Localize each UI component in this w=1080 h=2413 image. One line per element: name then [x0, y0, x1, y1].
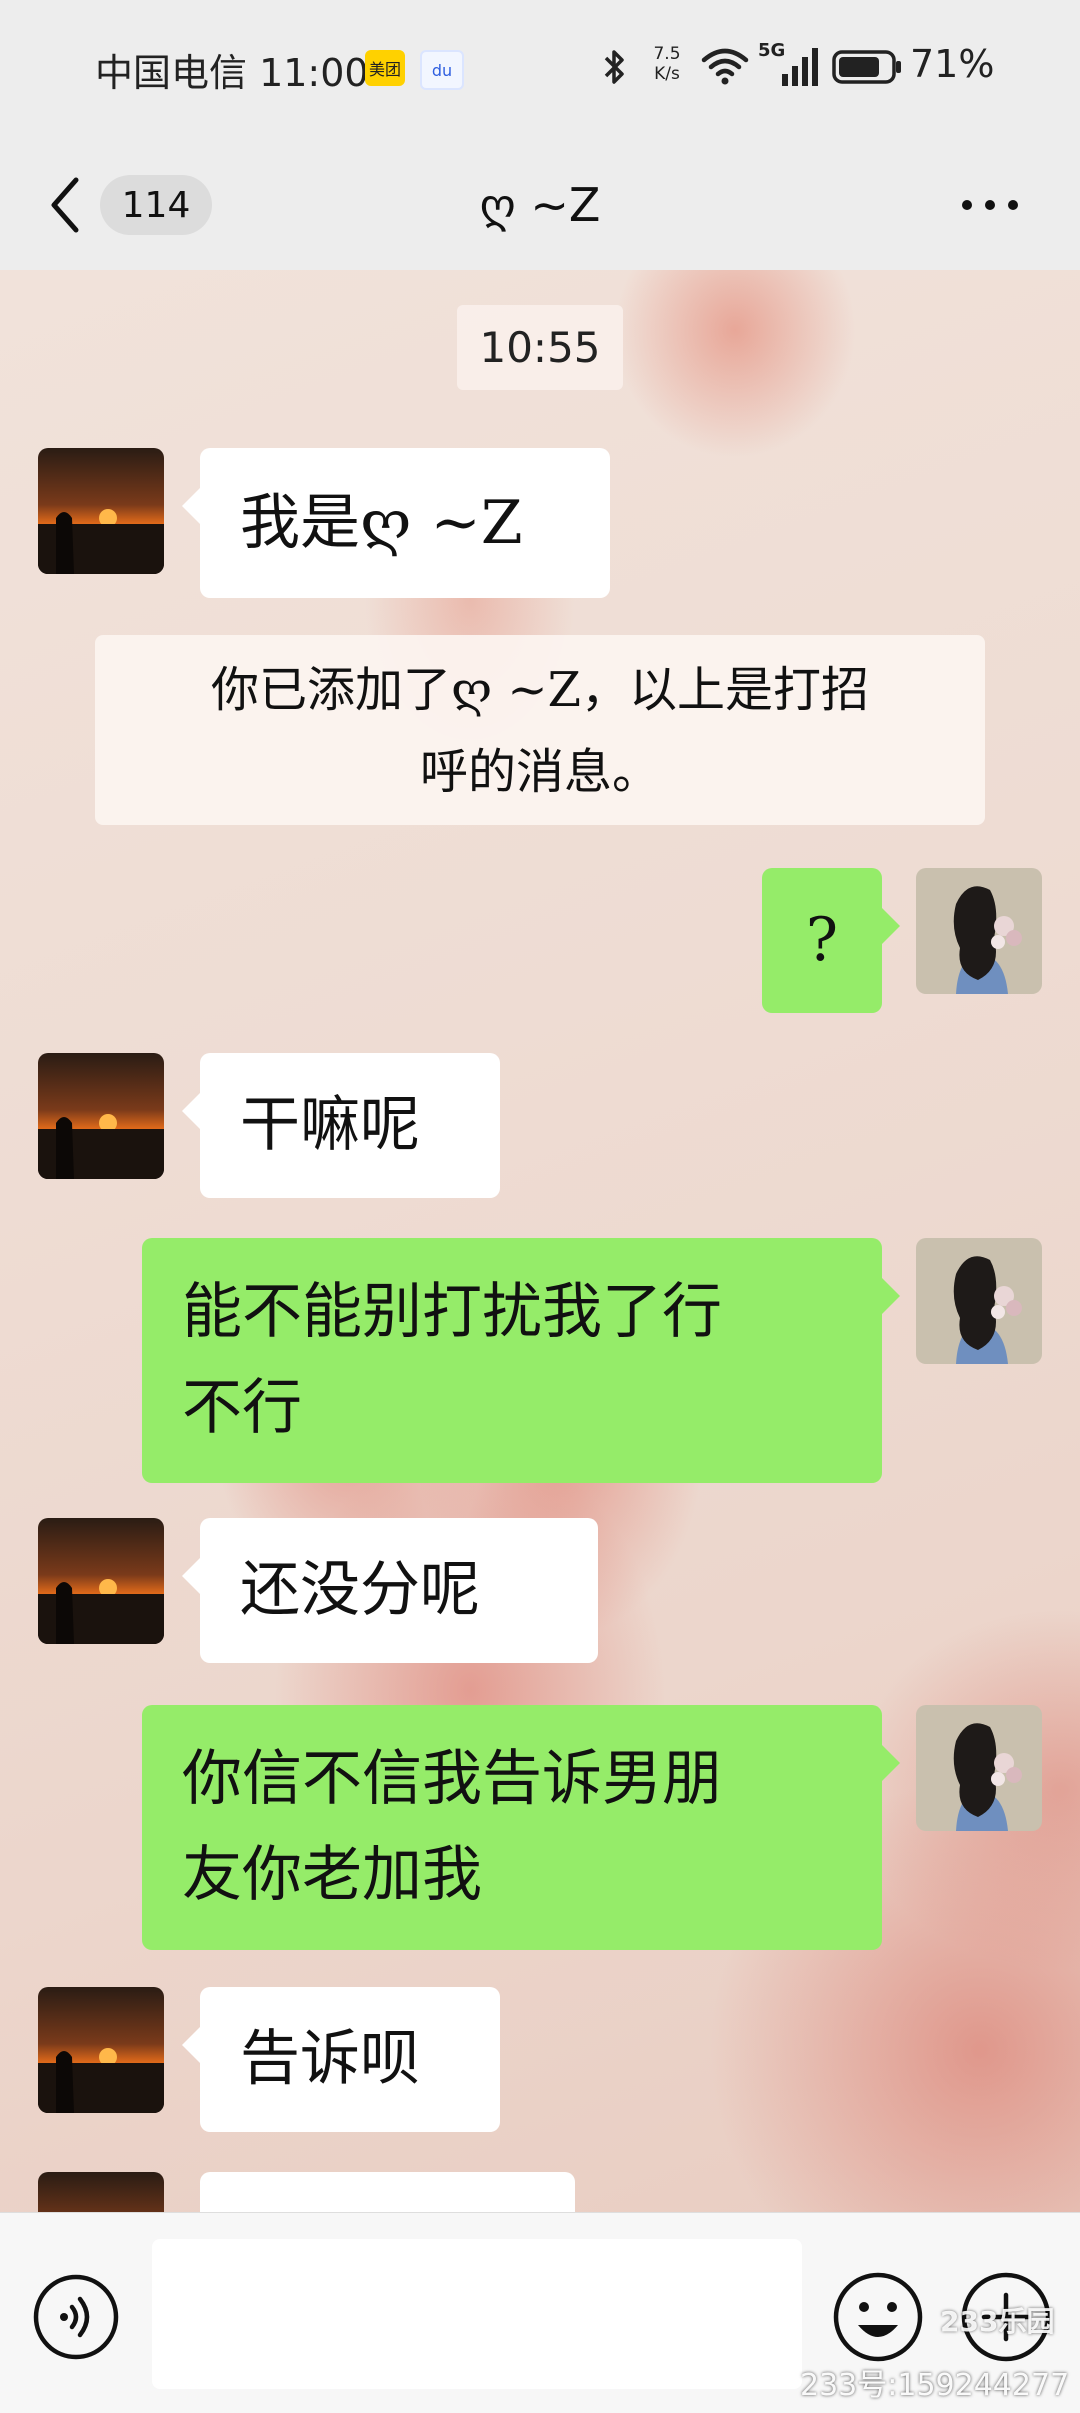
watermark-logo: 233乐园: [940, 2305, 1055, 2338]
bubble-tail: [182, 2027, 200, 2063]
contact-avatar[interactable]: [38, 1053, 164, 1179]
watermark-text: 233号:159244277: [800, 2368, 1070, 2403]
unread-count-badge[interactable]: 114: [100, 175, 212, 235]
my-avatar[interactable]: [916, 1238, 1042, 1364]
outgoing-message-bubble[interactable]: 能不能别打扰我了行 不行: [142, 1238, 900, 1483]
chat-message-list[interactable]: 10:55 我是ღ ~Z 你已添加了ღ ~Z，以上是打招 呼的消息。 ? 干嘛呢…: [0, 270, 1080, 2212]
message-text-line2: 友你老加我: [182, 1840, 482, 1910]
bubble-tail: [182, 1093, 200, 1129]
carrier-time: 中国电信 11:00: [95, 51, 369, 95]
bubble-tail: [882, 1278, 900, 1314]
system-notice-line2: 呼的消息。: [419, 744, 660, 800]
message-text-line2: 不行: [182, 1373, 302, 1443]
system-notice-line1: 你已添加了ღ ~Z，以上是打招: [210, 662, 869, 718]
bubble-tail: [882, 908, 900, 944]
contact-avatar[interactable]: [38, 2172, 164, 2212]
network-speed: 7.5 K/s: [648, 44, 686, 84]
message-text: 还没分呢: [240, 1555, 480, 1625]
message-text: 我是ღ ~Z: [240, 488, 523, 558]
emoji-icon[interactable]: [832, 2271, 924, 2363]
my-avatar[interactable]: [916, 1705, 1042, 1831]
incoming-message-bubble[interactable]: [200, 2172, 575, 2212]
baidu-notification-icon: du: [420, 50, 464, 90]
message-text: 干嘛呢: [240, 1090, 420, 1160]
sunset-avatar-image: [38, 2172, 164, 2212]
contact-avatar[interactable]: [38, 1987, 164, 2113]
outgoing-message-bubble[interactable]: 你信不信我告诉男朋 友你老加我: [142, 1705, 900, 1950]
incoming-message-bubble[interactable]: 还没分呢: [182, 1518, 598, 1663]
chat-header: 114 ღ ~Z: [0, 140, 1080, 270]
net-speed-value: 7.5: [653, 44, 681, 64]
battery-icon: [832, 50, 901, 84]
girl-avatar-image: [916, 1238, 1042, 1364]
contact-avatar[interactable]: [38, 1518, 164, 1644]
net-speed-unit: K/s: [654, 64, 680, 84]
incoming-message-bubble[interactable]: 我是ღ ~Z: [182, 448, 610, 598]
battery-percent: 71%: [910, 42, 995, 86]
message-time: 10:55: [457, 305, 623, 390]
voice-icon[interactable]: [32, 2273, 120, 2361]
bubble-tail: [882, 1745, 900, 1781]
wifi-icon: [701, 48, 749, 85]
system-notice: 你已添加了ღ ~Z，以上是打招 呼的消息。: [95, 635, 985, 825]
more-icon[interactable]: [955, 185, 1025, 225]
back-icon[interactable]: [46, 170, 86, 240]
contact-avatar[interactable]: [38, 448, 164, 574]
meituan-notification-icon: 美团: [365, 50, 405, 86]
sunset-avatar-image: [38, 1987, 164, 2113]
message-text: 告诉呗: [240, 2024, 420, 2094]
incoming-message-bubble[interactable]: 告诉呗: [182, 1987, 500, 2132]
girl-avatar-image: [916, 868, 1042, 994]
chat-title: ღ ~Z: [479, 178, 601, 232]
girl-avatar-image: [916, 1705, 1042, 1831]
status-bar: 中国电信 11:00 美团 du 7.5 K/s 5G 71%: [0, 0, 1080, 140]
sunset-avatar-image: [38, 1518, 164, 1644]
outgoing-message-bubble[interactable]: ?: [762, 868, 900, 1013]
message-text: ?: [805, 905, 839, 975]
sunset-avatar-image: [38, 448, 164, 574]
sunset-avatar-image: [38, 1053, 164, 1179]
message-text-line1: 你信不信我告诉男朋: [182, 1744, 722, 1814]
bluetooth-icon: [604, 50, 624, 84]
incoming-message-bubble[interactable]: 干嘛呢: [182, 1053, 500, 1198]
bubble-tail: [182, 1558, 200, 1594]
bubble-tail: [182, 488, 200, 524]
signal-icon: 5G: [758, 40, 820, 88]
my-avatar[interactable]: [916, 868, 1042, 994]
message-text-line1: 能不能别打扰我了行: [182, 1277, 722, 1347]
message-input[interactable]: [152, 2239, 802, 2389]
